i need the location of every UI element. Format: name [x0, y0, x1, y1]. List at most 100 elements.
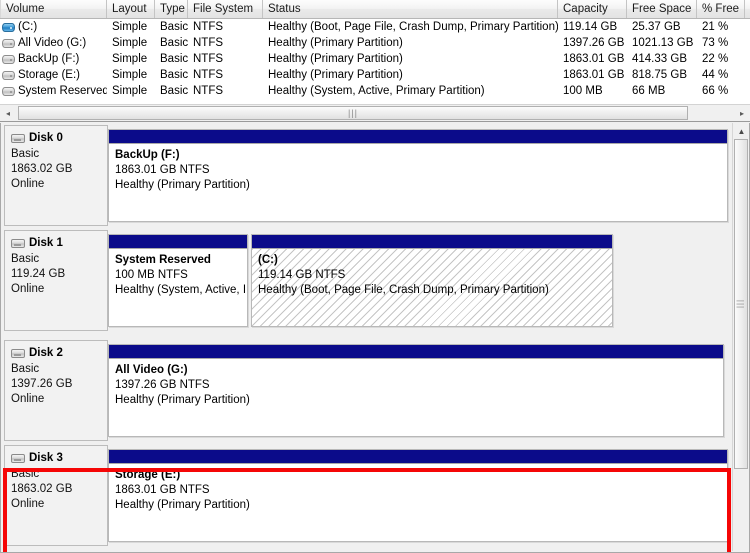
- column-header-status[interactable]: Status: [263, 0, 558, 18]
- volume-cell-status: Healthy (Boot, Page File, Crash Dump, Pr…: [268, 21, 558, 33]
- volume-cell-volume: BackUp (F:): [0, 51, 107, 67]
- volume-list-horizontal-scrollbar[interactable]: ◂ ||| ▸: [0, 104, 750, 121]
- vertical-scroll-thumb[interactable]: |||: [734, 139, 748, 469]
- partition-size-label: 1397.26 GB NTFS: [115, 379, 210, 391]
- column-header-free-space[interactable]: Free Space: [627, 0, 697, 18]
- partition-size-label: 1863.01 GB NTFS: [115, 484, 210, 496]
- disk-info-panel[interactable]: Disk 1 Basic 119.24 GB Online: [4, 230, 108, 331]
- disk-info-panel[interactable]: Disk 3 Basic 1863.02 GB Online: [4, 445, 108, 546]
- column-header-capacity[interactable]: Capacity: [558, 0, 627, 18]
- volume-cell-free-space: 66 MB: [632, 85, 666, 97]
- volume-list-row[interactable]: Storage (E:) Simple Basic NTFS Healthy (Prim…: [0, 67, 750, 83]
- volume-list-row[interactable]: System Reserved Simple Basic NTFS Healthy (S…: [0, 83, 750, 99]
- volume-cell-status: Healthy (Primary Partition): [268, 69, 403, 81]
- disk-size-label: 1863.02 GB: [11, 483, 73, 495]
- partition-block[interactable]: (C:) 119.14 GB NTFS Healthy (Boot, Page Fi…: [251, 234, 613, 327]
- drive-icon: [2, 86, 15, 96]
- disk-row-disk-1[interactable]: Disk 1 Basic 119.24 GB Online System Reserve…: [4, 230, 734, 331]
- disk-icon: [11, 348, 25, 358]
- volume-cell-file-system: NTFS: [193, 85, 224, 97]
- column-header-file-system[interactable]: File System: [188, 0, 263, 18]
- disk-type-label: Basic: [11, 253, 40, 265]
- volume-cell-volume: (C:): [0, 19, 107, 35]
- volume-cell-volume: System Reserved: [0, 83, 107, 99]
- volume-cell-capacity: 100 MB: [563, 85, 603, 97]
- graphical-view-vertical-scrollbar[interactable]: ▲ |||: [732, 123, 749, 551]
- column-header-volume[interactable]: Volume: [0, 0, 107, 18]
- volume-cell-layout: Simple: [112, 53, 148, 65]
- drive-icon: [2, 54, 15, 64]
- partition-details: Storage (E:) 1863.01 GB NTFS Healthy (Prim…: [109, 464, 727, 541]
- disk-title: Disk 0: [11, 132, 103, 144]
- disk-info-panel[interactable]: Disk 0 Basic 1863.02 GB Online: [4, 125, 108, 226]
- volume-cell-volume: All Video (G:): [0, 35, 107, 51]
- disk-state-label: Online: [11, 178, 45, 190]
- disk-row-disk-2[interactable]: Disk 2 Basic 1397.26 GB Online All Video (G:…: [4, 340, 734, 441]
- drive-icon: [2, 38, 15, 48]
- volume-label: (C:): [18, 21, 38, 33]
- volume-cell-type: Basic: [160, 37, 188, 49]
- volume-list-row[interactable]: BackUp (F:) Simple Basic NTFS Healthy (Prima…: [0, 51, 750, 67]
- scroll-right-arrow-icon[interactable]: ▸: [734, 105, 750, 121]
- disk-partitions-area: System Reserved 100 MB NTFS Healthy (Syste…: [108, 230, 734, 331]
- volume-cell-volume: Storage (E:): [0, 67, 107, 83]
- volume-cell-percent-free: 22 %: [702, 53, 729, 65]
- volume-cell-type: Basic: [160, 69, 188, 81]
- partition-details: (C:) 119.14 GB NTFS Healthy (Boot, Page Fi…: [252, 249, 612, 326]
- volume-cell-percent-free: 66 %: [702, 85, 729, 97]
- partition-capacity-bar: [109, 235, 247, 249]
- disk-row-disk-3[interactable]: Disk 3 Basic 1863.02 GB Online Storage (E:) 1…: [4, 445, 734, 546]
- disk-type-label: Basic: [11, 363, 40, 375]
- vertical-scroll-track[interactable]: |||: [733, 139, 749, 551]
- partition-size-label: 100 MB NTFS: [115, 269, 188, 281]
- disk-partitions-area: All Video (G:) 1397.26 GB NTFS Healthy (Pr…: [108, 340, 734, 441]
- volume-label: System Reserved: [18, 85, 107, 97]
- volume-list-body[interactable]: (C:) Simple Basic NTFS Healthy (Boot, Page F…: [0, 19, 750, 99]
- partition-details: All Video (G:) 1397.26 GB NTFS Healthy (Pr…: [109, 359, 723, 436]
- disk-state-label: Online: [11, 283, 45, 295]
- volume-cell-status: Healthy (Primary Partition): [268, 53, 403, 65]
- partition-size-label: 119.14 GB NTFS: [258, 269, 346, 281]
- volume-cell-capacity: 1397.26 GB: [563, 37, 625, 49]
- disk-type-label: Basic: [11, 148, 40, 160]
- partition-status-label: Healthy (System, Active, I: [115, 284, 247, 296]
- column-header-layout[interactable]: Layout: [107, 0, 155, 18]
- volume-cell-free-space: 1021.13 GB: [632, 37, 694, 49]
- disk-title: Disk 3: [11, 452, 103, 464]
- partition-capacity-bar: [109, 130, 727, 144]
- partition-status-label: Healthy (Primary Partition): [115, 179, 250, 191]
- volume-cell-file-system: NTFS: [193, 53, 224, 65]
- column-header-free[interactable]: % Free: [697, 0, 745, 18]
- volume-label: All Video (G:): [18, 37, 87, 49]
- vertical-scroll-grip-icon: |||: [736, 299, 746, 309]
- disk-title: Disk 2: [11, 347, 103, 359]
- volume-cell-layout: Simple: [112, 85, 148, 97]
- volume-cell-layout: Simple: [112, 69, 148, 81]
- partition-capacity-bar: [109, 450, 727, 464]
- disk-icon: [11, 133, 25, 143]
- scroll-up-arrow-icon[interactable]: ▲: [733, 123, 749, 139]
- column-header-type[interactable]: Type: [155, 0, 188, 18]
- volume-cell-type: Basic: [160, 85, 188, 97]
- disk-size-label: 1863.02 GB: [11, 163, 73, 175]
- disk-row-disk-0[interactable]: Disk 0 Basic 1863.02 GB Online BackUp (F:) 18…: [4, 125, 734, 226]
- disk-name-label: Disk 2: [29, 347, 63, 359]
- disk-title: Disk 1: [11, 237, 103, 249]
- scroll-left-arrow-icon[interactable]: ◂: [0, 105, 16, 121]
- horizontal-scroll-thumb[interactable]: |||: [18, 106, 688, 120]
- volume-cell-free-space: 818.75 GB: [632, 69, 687, 81]
- partition-block[interactable]: System Reserved 100 MB NTFS Healthy (Syste…: [108, 234, 248, 327]
- partition-block[interactable]: Storage (E:) 1863.01 GB NTFS Healthy (Prim…: [108, 449, 728, 542]
- partition-block[interactable]: BackUp (F:) 1863.01 GB NTFS Healthy (Prima…: [108, 129, 728, 222]
- volume-list-header[interactable]: Volume Layout Type File System Status Capacit…: [0, 0, 750, 19]
- partition-label-label: System Reserved: [115, 254, 211, 266]
- volume-cell-capacity: 1863.01 GB: [563, 69, 625, 81]
- volume-list-row[interactable]: All Video (G:) Simple Basic NTFS Healthy (Pr…: [0, 35, 750, 51]
- partition-size-label: 1863.01 GB NTFS: [115, 164, 210, 176]
- volume-list-row[interactable]: (C:) Simple Basic NTFS Healthy (Boot, Page F…: [0, 19, 750, 35]
- partition-block[interactable]: All Video (G:) 1397.26 GB NTFS Healthy (Pr…: [108, 344, 724, 437]
- volume-cell-percent-free: 73 %: [702, 37, 729, 49]
- horizontal-scroll-track[interactable]: |||: [16, 105, 734, 121]
- drive-icon: [2, 70, 15, 80]
- disk-info-panel[interactable]: Disk 2 Basic 1397.26 GB Online: [4, 340, 108, 441]
